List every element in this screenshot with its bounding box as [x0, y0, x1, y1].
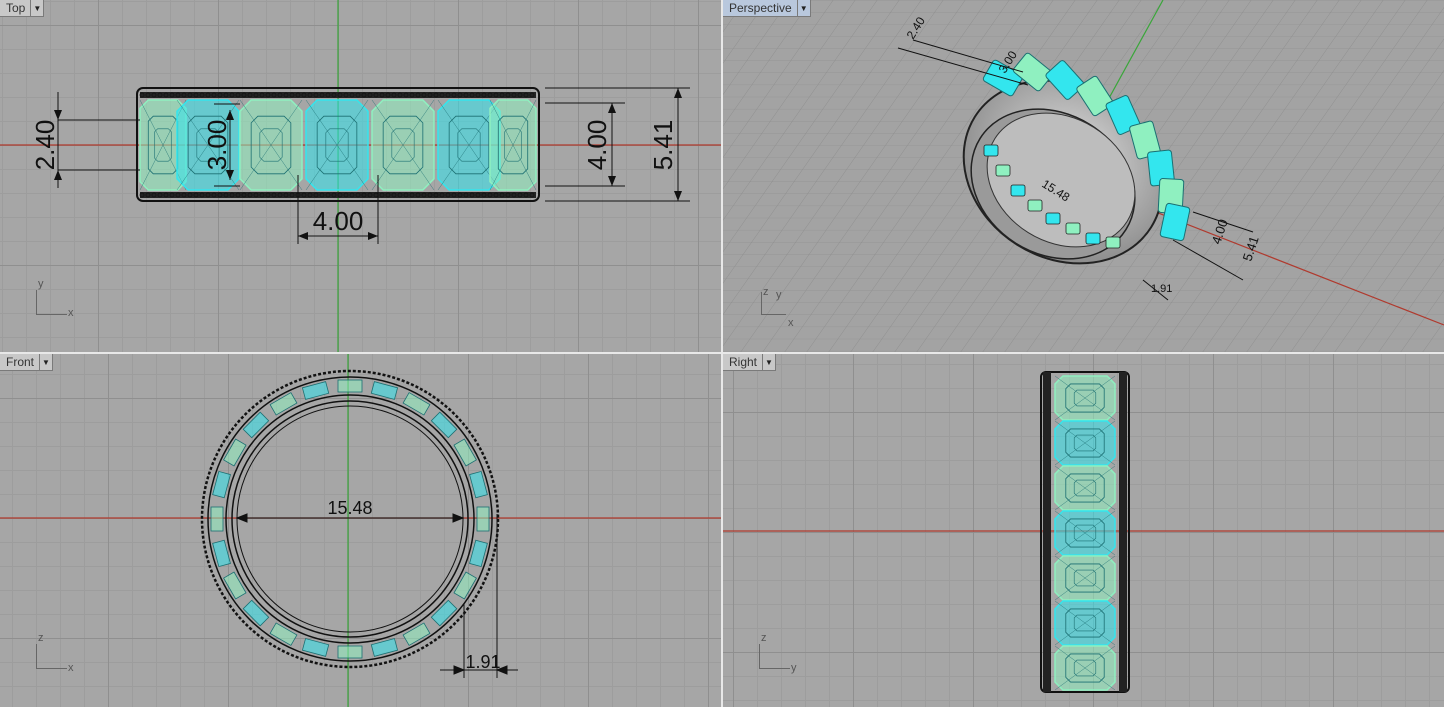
ring-stone: [430, 411, 458, 439]
right-stones: [1054, 375, 1116, 691]
tab-top[interactable]: Top ▼: [0, 0, 45, 17]
ring-stone: [242, 599, 270, 627]
ring-stone: [453, 571, 477, 600]
tab-right[interactable]: Right ▼: [723, 354, 777, 371]
tab-front-label: Front: [6, 355, 35, 369]
chevron-down-icon[interactable]: ▼: [39, 354, 52, 370]
ring-stone: [430, 599, 458, 627]
persp-inner-stone: [1085, 232, 1101, 245]
axis-y-label: y: [776, 289, 782, 301]
ring-stone: [337, 379, 363, 393]
ring-bore: [236, 405, 464, 633]
side-stone-7: [1054, 645, 1116, 691]
ring-stone: [476, 506, 490, 532]
persp-inner-stone: [983, 144, 999, 157]
persp-inner-stone: [995, 164, 1011, 177]
side-stone-4: [1054, 510, 1116, 556]
axis-z-label: z: [761, 632, 767, 644]
persp-inner-stone: [1045, 212, 1061, 225]
axis-gizmo-top: [36, 290, 67, 315]
axis-y-label: y: [38, 278, 44, 290]
tab-perspective[interactable]: Perspective ▼: [723, 0, 811, 17]
persp-inner-stone: [1105, 236, 1121, 249]
ring-inner-edge: [231, 400, 469, 638]
tab-right-label: Right: [729, 355, 758, 369]
viewport-front[interactable]: 15.48 1.91 z x Front ▼: [0, 354, 721, 707]
side-stone-6: [1054, 600, 1116, 646]
chevron-down-icon[interactable]: ▼: [762, 354, 775, 370]
ring-outer-profile: [207, 376, 493, 662]
tab-top-label: Top: [6, 1, 26, 15]
persp-inner-stone: [1010, 184, 1026, 197]
ring-stone: [269, 622, 298, 646]
viewport-perspective[interactable]: 2.40 3.00 15.48 4.00 5.41 1.91 z y x Per…: [723, 0, 1444, 352]
axis-x-label: x: [68, 662, 74, 674]
persp-dim-thickness: 1.91: [1151, 283, 1172, 295]
stone-7: [489, 99, 537, 191]
band-left-rail: [1043, 372, 1051, 692]
axis-gizmo-right: [759, 644, 790, 669]
dim-band-thickness: 1.91: [465, 652, 500, 672]
front-view-scene: 15.48 1.91: [0, 354, 721, 707]
persp-inner-stone: [1027, 199, 1043, 212]
axis-x-label: x: [788, 317, 794, 329]
side-stone-5: [1054, 555, 1116, 601]
ring-stone: [402, 622, 431, 646]
dim-inner-diameter: 15.48: [327, 498, 372, 518]
axis-z-label: z: [763, 286, 769, 298]
stone-4: [305, 99, 369, 191]
tab-perspective-label: Perspective: [729, 1, 792, 15]
stone-5: [371, 99, 435, 191]
side-stone-2: [1054, 420, 1116, 466]
side-stone-3: [1054, 465, 1116, 511]
perspective-scene: 2.40 3.00 15.48 4.00 5.41 1.91: [723, 0, 1444, 352]
persp-inner-stone: [1065, 222, 1081, 235]
right-view-scene: [723, 371, 1444, 693]
chevron-down-icon[interactable]: ▼: [796, 0, 810, 16]
axis-y-label: y: [791, 662, 797, 674]
side-stone-1: [1054, 375, 1116, 421]
viewport-right[interactable]: z y Right ▼: [723, 354, 1444, 707]
top-view-scene: 2.40 3.00 4.00 5.41 4.00: [0, 0, 721, 352]
ring-stone: [242, 411, 270, 439]
dim-band-width: 5.41: [648, 120, 678, 171]
ring-inner-profile: [225, 394, 475, 644]
ring-stone: [210, 506, 224, 532]
tab-front[interactable]: Front ▼: [0, 354, 54, 371]
dim-stone-width: 2.40: [30, 120, 60, 171]
ring-stone: [223, 438, 247, 467]
axis-z-label: z: [38, 632, 44, 644]
viewport-top[interactable]: 2.40 3.00 4.00 5.41 4.00 y x Top ▼: [0, 0, 721, 352]
axis-x-label: x: [68, 307, 74, 319]
dim-stone-length: 4.00: [582, 120, 612, 171]
stone-3: [239, 99, 303, 191]
axis-gizmo-front: [36, 644, 67, 669]
ring-stone: [223, 571, 247, 600]
ring-stone: [269, 392, 298, 416]
stone-row: [139, 92, 537, 198]
front-stones: [210, 379, 490, 659]
ring-stone: [337, 645, 363, 659]
viewport-splitter-horizontal[interactable]: [0, 352, 1444, 354]
dim-stone-spacing: 4.00: [313, 206, 364, 236]
chevron-down-icon[interactable]: ▼: [30, 0, 43, 16]
ring-stone: [453, 438, 477, 467]
band-right-rail: [1119, 372, 1127, 692]
dim-stone-length-inner: 3.00: [202, 120, 232, 171]
ring-stone: [402, 392, 431, 416]
